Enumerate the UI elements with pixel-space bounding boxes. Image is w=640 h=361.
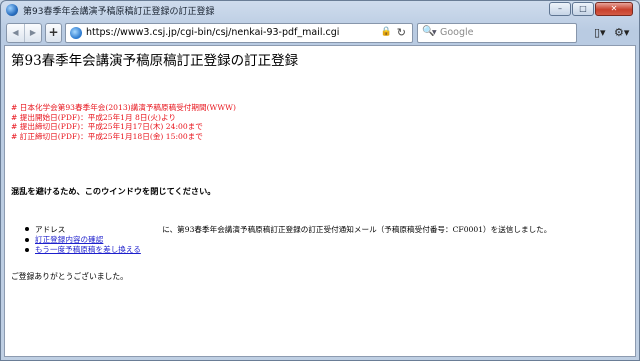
title-bar[interactable]: 第93春季年会講演予稿原稿訂正登録の訂正登録 – □ ✕ bbox=[1, 1, 639, 19]
redacted-address bbox=[67, 224, 160, 232]
minimize-button[interactable]: – bbox=[549, 2, 571, 16]
confirm-link[interactable]: 訂正登録内容の確認 bbox=[35, 235, 103, 244]
deadline-notice: # 日本化学会第93春季年会(2013)講演予稿原稿受付期間(WWW) # 提出… bbox=[11, 103, 236, 141]
search-input[interactable]: Google bbox=[440, 27, 474, 38]
page-title: 第93春季年会講演予稿原稿訂正登録の訂正登録 bbox=[11, 53, 299, 69]
list-item: 訂正登録内容の確認 bbox=[25, 235, 551, 245]
url-text[interactable]: https://www3.csj.jp/cgi-bin/csj/nenkai-9… bbox=[86, 27, 339, 38]
search-bar[interactable]: 🔍 ▼ Google bbox=[417, 23, 577, 43]
close-window-notice: 混乱を避けるため、このウインドウを閉じてください。 bbox=[11, 186, 216, 196]
page-menu-button[interactable]: ▯▾ bbox=[594, 23, 606, 43]
address-label: アドレス bbox=[35, 225, 66, 234]
address-bar[interactable]: https://www3.csj.jp/cgi-bin/csj/nenkai-9… bbox=[65, 23, 413, 43]
browser-window: 第93春季年会講演予稿原稿訂正登録の訂正登録 – □ ✕ ◀ ▶ + https… bbox=[0, 0, 640, 361]
safari-globe-icon bbox=[6, 4, 18, 16]
close-button[interactable]: ✕ bbox=[595, 2, 633, 16]
add-bookmark-button[interactable]: + bbox=[45, 23, 62, 43]
back-button[interactable]: ◀ bbox=[7, 24, 24, 42]
deadline-line: # 提出締切日(PDF)：平成25年1月17日(木) 24:00まで bbox=[11, 122, 203, 132]
nav-buttons: ◀ ▶ bbox=[6, 23, 42, 43]
window-title: 第93春季年会講演予稿原稿訂正登録の訂正登録 bbox=[23, 7, 215, 17]
window-controls: – □ ✕ bbox=[549, 2, 633, 16]
tools-menu-button[interactable]: ⚙▾ bbox=[614, 23, 629, 43]
mail-sent-message: に、第93春季年会講演予稿原稿訂正登録の訂正受付通知メール（予稿原稿受付番号：C… bbox=[162, 225, 552, 234]
deadline-line: # 提出開始日(PDF)：平成25年1月 8日(火)より bbox=[11, 112, 176, 122]
result-list: アドレス に、第93春季年会講演予稿原稿訂正登録の訂正受付通知メール（予稿原稿受… bbox=[25, 224, 551, 254]
list-item: アドレス に、第93春季年会講演予稿原稿訂正登録の訂正受付通知メール（予稿原稿受… bbox=[25, 224, 551, 235]
list-item: もう一度予稿原稿を差し換える bbox=[25, 245, 551, 255]
deadline-line: # 日本化学会第93春季年会(2013)講演予稿原稿受付期間(WWW) bbox=[11, 103, 236, 112]
forward-button[interactable]: ▶ bbox=[24, 24, 41, 42]
search-engine-dropdown-icon[interactable]: ▼ bbox=[432, 29, 437, 36]
thanks-message: ご登録ありがとうございました。 bbox=[11, 272, 128, 281]
maximize-button[interactable]: □ bbox=[572, 2, 594, 16]
lock-icon: 🔒 bbox=[380, 27, 392, 37]
page-content: 第93春季年会講演予稿原稿訂正登録の訂正登録 # 日本化学会第93春季年会(20… bbox=[4, 45, 636, 357]
replace-link[interactable]: もう一度予稿原稿を差し換える bbox=[35, 245, 141, 254]
browser-toolbar: ◀ ▶ + https://www3.csj.jp/cgi-bin/csj/ne… bbox=[6, 22, 634, 44]
site-globe-icon bbox=[70, 27, 82, 39]
reload-icon[interactable]: ↻ bbox=[397, 26, 406, 39]
deadline-line: # 訂正締切日(PDF)：平成25年1月18日(金) 15:00まで bbox=[11, 131, 203, 141]
